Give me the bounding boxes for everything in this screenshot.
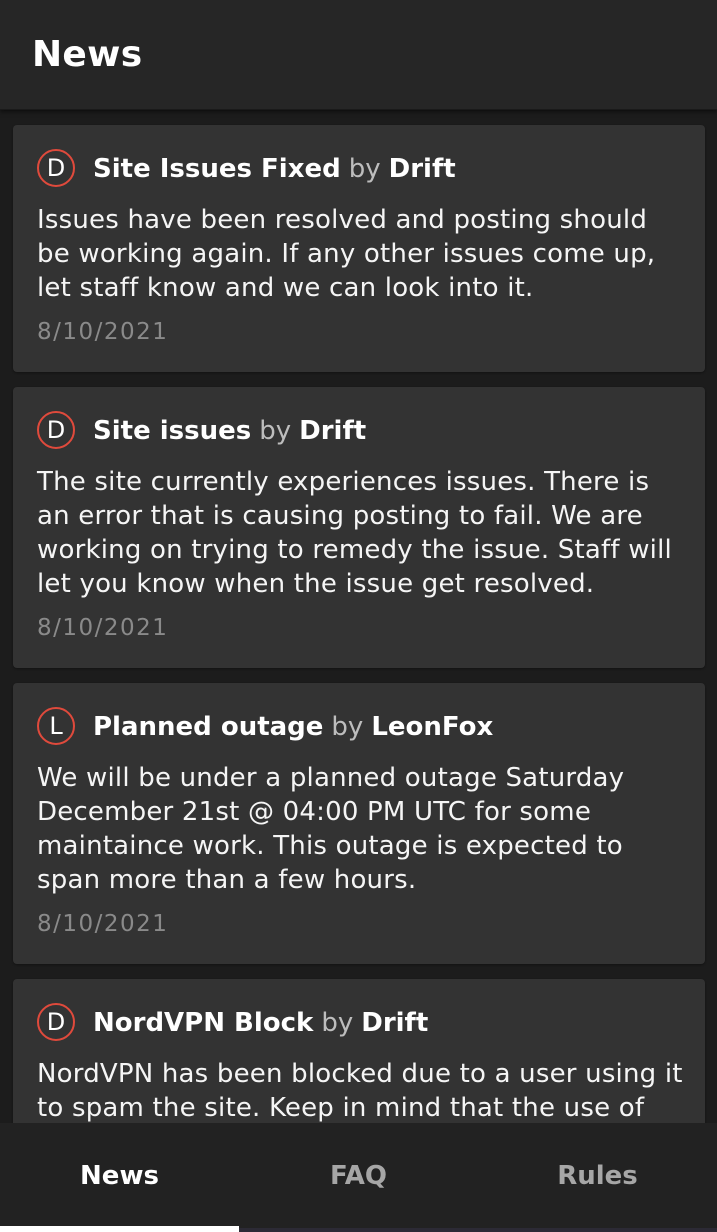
news-author: Drift (388, 154, 456, 184)
by-label: by (321, 1008, 354, 1038)
news-body: The site currently experiences issues. T… (37, 467, 672, 599)
author-avatar: L (37, 707, 75, 745)
news-title: NordVPN Block (93, 1008, 314, 1038)
page-title: News (32, 34, 143, 75)
author-avatar: D (37, 149, 75, 187)
by-label: by (331, 712, 364, 742)
nav-divider (239, 1228, 717, 1232)
app-bar: News (0, 0, 717, 110)
active-tab-indicator (0, 1226, 239, 1232)
news-date: 8/10/2021 (37, 319, 169, 345)
news-card-header: Planned outage by LeonFox (93, 709, 493, 745)
news-title: Site Issues Fixed (93, 154, 341, 184)
avatar-initial: D (46, 154, 66, 182)
news-card[interactable]: D NordVPN Block by Drift NordVPN has been … (13, 979, 705, 1123)
avatar-initial: D (46, 1008, 66, 1036)
by-label: by (348, 154, 381, 184)
tab-faq[interactable]: FAQ (239, 1161, 478, 1191)
news-title: Site issues (93, 416, 252, 446)
news-author: Drift (361, 1008, 429, 1038)
news-body: We will be under a planned outage Saturd… (37, 763, 625, 895)
avatar-initial: L (49, 712, 63, 740)
news-body: Issues have been resolved and posting sh… (37, 205, 656, 303)
news-date: 8/10/2021 (37, 911, 169, 937)
news-card-header: Site Issues Fixed by Drift (93, 151, 456, 187)
news-feed[interactable]: D Site Issues Fixed by Drift Issues have b… (0, 110, 717, 1123)
author-avatar: D (37, 411, 75, 449)
news-author: LeonFox (371, 712, 494, 742)
news-card[interactable]: L Planned outage by LeonFox We will be und… (13, 683, 705, 964)
by-label: by (259, 416, 292, 446)
bottom-navigation: News FAQ Rules (0, 1123, 717, 1232)
news-body: NordVPN has been blocked due to a user u… (37, 1059, 683, 1123)
news-author: Drift (299, 416, 367, 446)
news-date: 8/10/2021 (37, 615, 169, 641)
tab-rules[interactable]: Rules (478, 1161, 717, 1191)
news-card[interactable]: D Site issues by Drift The site currently … (13, 387, 705, 668)
author-avatar: D (37, 1003, 75, 1041)
news-title: Planned outage (93, 712, 324, 742)
tab-news[interactable]: News (0, 1161, 239, 1191)
avatar-initial: D (46, 416, 66, 444)
news-card-header: NordVPN Block by Drift (93, 1005, 428, 1041)
news-card-header: Site issues by Drift (93, 413, 366, 449)
news-card[interactable]: D Site Issues Fixed by Drift Issues have b… (13, 125, 705, 372)
